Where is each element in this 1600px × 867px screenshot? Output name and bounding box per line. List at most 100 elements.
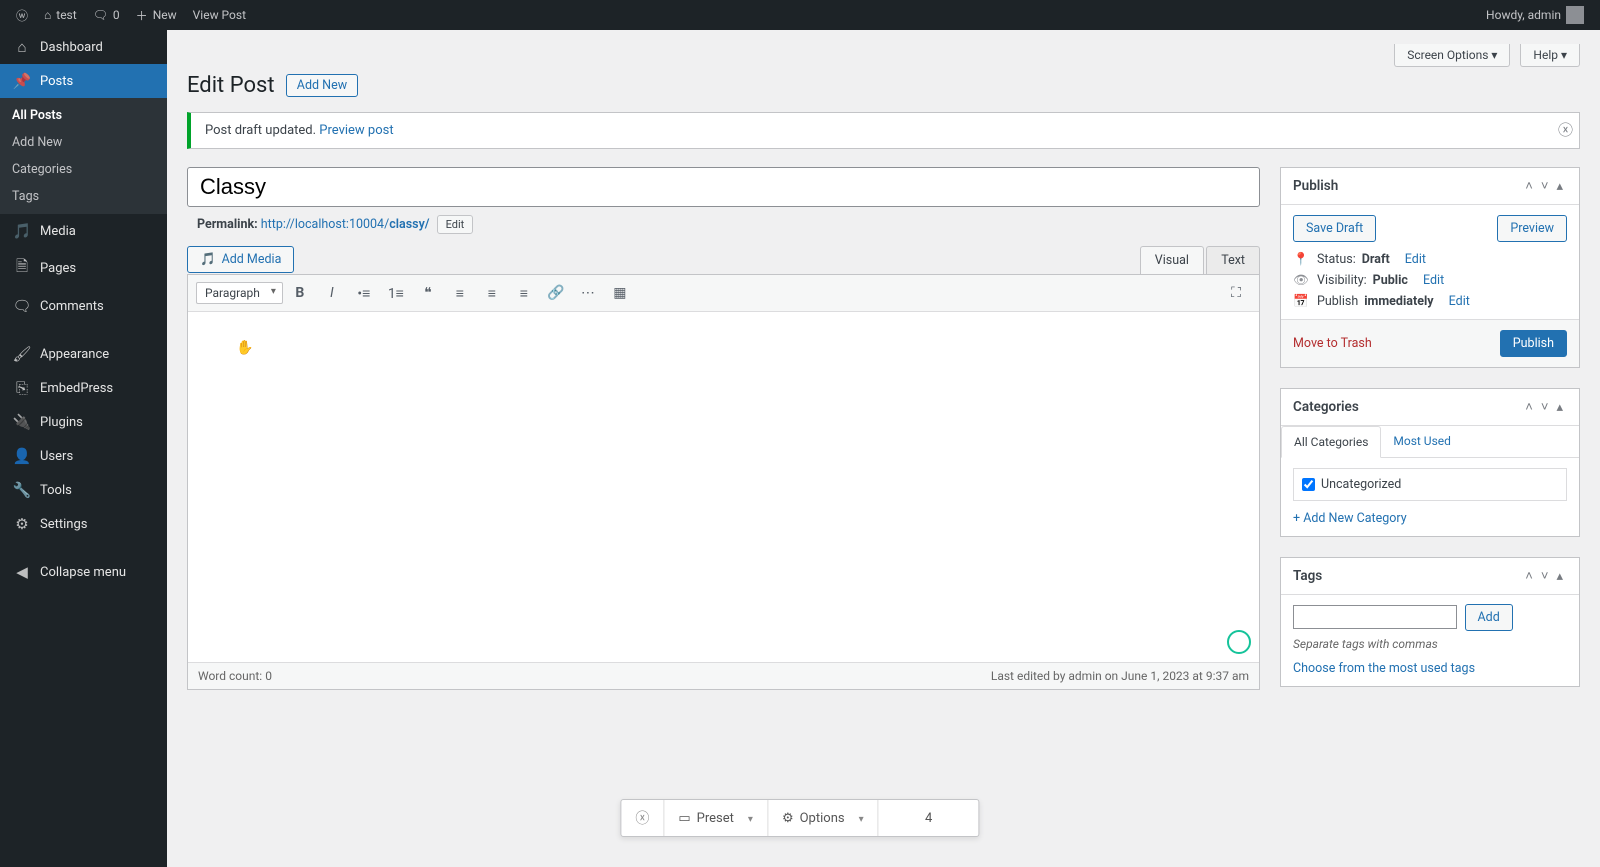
close-icon: ⓧ	[635, 808, 649, 828]
box-down-button[interactable]: ˅	[1537, 568, 1553, 584]
trash-link[interactable]: Move to Trash	[1293, 336, 1372, 351]
add-tag-button[interactable]: Add	[1465, 604, 1513, 631]
add-media-button[interactable]: 🎵Add Media	[187, 246, 294, 273]
submenu-categories[interactable]: Categories	[0, 156, 167, 183]
word-count: 0	[265, 669, 272, 683]
comments-link[interactable]: 🗨0	[85, 0, 128, 30]
add-category-link[interactable]: + Add New Category	[1293, 511, 1567, 526]
page-title: Edit Post	[187, 73, 275, 98]
dismiss-notice-button[interactable]: ⓧ	[1558, 119, 1573, 140]
box-toggle-button[interactable]: ▴	[1552, 179, 1567, 194]
howdy-link[interactable]: Howdy, admin	[1478, 0, 1592, 30]
menu-pages[interactable]: 🗎Pages	[0, 248, 167, 289]
menu-posts[interactable]: 📌Posts	[0, 64, 167, 98]
status-icon: 📍	[1293, 252, 1311, 267]
wp-logo[interactable]: ⓦ	[8, 0, 36, 30]
box-up-button[interactable]: ˄	[1521, 568, 1537, 584]
align-center-button[interactable]: ≡	[477, 279, 507, 307]
box-up-button[interactable]: ˄	[1521, 178, 1537, 194]
box-toggle-button[interactable]: ▴	[1552, 569, 1567, 584]
plugin-icon: 🔌	[12, 413, 32, 431]
preset-icon: ▭	[678, 811, 690, 826]
format-select[interactable]: Paragraph	[196, 282, 283, 304]
submenu-tags[interactable]: Tags	[0, 183, 167, 210]
tab-all-categories[interactable]: All Categories	[1281, 426, 1381, 458]
tags-input[interactable]	[1293, 605, 1457, 629]
box-down-button[interactable]: ˅	[1537, 399, 1553, 415]
tool-icon: 🔧	[12, 481, 32, 499]
add-new-button[interactable]: Add New	[286, 74, 358, 97]
categories-heading: Categories	[1293, 399, 1521, 415]
menu-comments[interactable]: 🗨Comments	[0, 289, 167, 323]
toolbar: Paragraph B I •≡ 1≡ ❝ ≡ ≡ ≡ 🔗 ⋯ ▦ ⛶	[188, 275, 1259, 312]
box-up-button[interactable]: ˄	[1521, 399, 1537, 415]
align-left-button[interactable]: ≡	[445, 279, 475, 307]
menu-tools[interactable]: 🔧Tools	[0, 473, 167, 507]
submenu-all-posts[interactable]: All Posts	[0, 102, 167, 129]
edit-visibility-link[interactable]: Edit	[1423, 273, 1444, 288]
menu-appearance[interactable]: 🖌Appearance	[0, 337, 167, 371]
edit-status-link[interactable]: Edit	[1405, 252, 1426, 267]
more-button[interactable]: ⋯	[573, 279, 603, 307]
screen-options-tab[interactable]: Screen Options	[1394, 44, 1510, 67]
editor-content[interactable]: ✋	[188, 312, 1259, 662]
tags-hint: Separate tags with commas	[1293, 637, 1567, 651]
category-item[interactable]: Uncategorized	[1302, 477, 1558, 492]
calendar-icon: 📅	[1293, 294, 1311, 309]
tab-visual[interactable]: Visual	[1140, 246, 1204, 274]
grammarly-icon[interactable]	[1227, 630, 1251, 654]
permalink-url[interactable]: http://localhost:10004/classy/	[261, 217, 430, 232]
dashboard-icon: ⌂	[12, 38, 32, 56]
italic-button[interactable]: I	[317, 279, 347, 307]
new-link[interactable]: ＋New	[128, 0, 185, 30]
wordpress-icon: ⓦ	[16, 7, 28, 24]
post-title-input[interactable]	[187, 167, 1260, 207]
bullet-list-button[interactable]: •≡	[349, 279, 379, 307]
cursor-icon: ✋	[236, 340, 253, 356]
category-checkbox[interactable]	[1302, 478, 1315, 491]
floating-toolbar: ⓧ ▭Preset ⚙Options 4	[620, 799, 979, 837]
settings-icon: ⚙	[12, 515, 32, 533]
site-name: test	[56, 8, 76, 22]
choose-tags-link[interactable]: Choose from the most used tags	[1293, 661, 1567, 676]
last-edited: Last edited by admin on June 1, 2023 at …	[991, 669, 1249, 683]
menu-media[interactable]: 🎵Media	[0, 214, 167, 248]
menu-dashboard[interactable]: ⌂Dashboard	[0, 30, 167, 64]
tags-box: Tags ˄ ˅ ▴ Add Separate tags with commas…	[1280, 557, 1580, 687]
preset-dropdown[interactable]: ▭Preset	[664, 800, 768, 836]
float-close-button[interactable]: ⓧ	[621, 800, 664, 836]
user-icon: 👤	[12, 447, 32, 465]
number-list-button[interactable]: 1≡	[381, 279, 411, 307]
link-button[interactable]: 🔗	[541, 279, 571, 307]
float-count: 4	[879, 800, 979, 836]
fullscreen-button[interactable]: ⛶	[1221, 279, 1251, 307]
save-draft-button[interactable]: Save Draft	[1293, 215, 1376, 242]
site-link[interactable]: ⌂test	[36, 0, 85, 30]
menu-users[interactable]: 👤Users	[0, 439, 167, 473]
align-right-button[interactable]: ≡	[509, 279, 539, 307]
view-post-link[interactable]: View Post	[185, 0, 254, 30]
menu-embedpress[interactable]: ⎘EmbedPress	[0, 371, 167, 405]
quote-button[interactable]: ❝	[413, 279, 443, 307]
tab-text[interactable]: Text	[1206, 246, 1260, 274]
toolbar-toggle-button[interactable]: ▦	[605, 279, 635, 307]
options-dropdown[interactable]: ⚙Options	[768, 800, 879, 836]
edit-schedule-link[interactable]: Edit	[1449, 294, 1470, 309]
menu-collapse[interactable]: ◀Collapse menu	[0, 555, 167, 589]
menu-settings[interactable]: ⚙Settings	[0, 507, 167, 541]
help-tab[interactable]: Help	[1520, 44, 1580, 67]
collapse-icon: ◀	[12, 563, 32, 581]
bold-button[interactable]: B	[285, 279, 315, 307]
notice-updated: Post draft updated. Preview post ⓧ	[187, 112, 1580, 149]
box-toggle-button[interactable]: ▴	[1552, 400, 1567, 415]
tab-most-used[interactable]: Most Used	[1381, 426, 1463, 457]
submenu-add-new[interactable]: Add New	[0, 129, 167, 156]
edit-slug-button[interactable]: Edit	[437, 215, 474, 234]
preview-button[interactable]: Preview	[1497, 215, 1567, 242]
preview-post-link[interactable]: Preview post	[319, 123, 393, 138]
menu-plugins[interactable]: 🔌Plugins	[0, 405, 167, 439]
box-down-button[interactable]: ˅	[1537, 178, 1553, 194]
editor-status-bar: Word count: 0 Last edited by admin on Ju…	[188, 662, 1259, 689]
publish-button[interactable]: Publish	[1500, 330, 1567, 357]
admin-menu: ⌂Dashboard 📌Posts All Posts Add New Cate…	[0, 30, 167, 867]
